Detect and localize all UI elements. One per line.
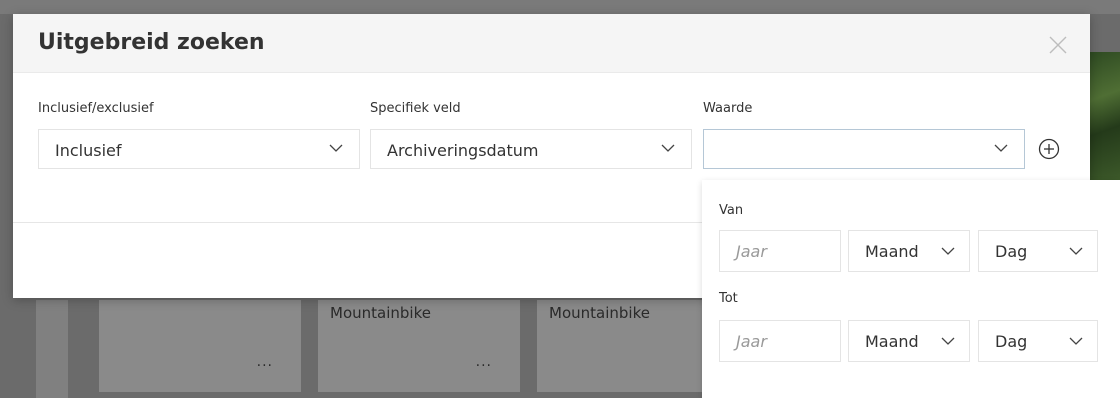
to-day-select[interactable]: Dag bbox=[978, 320, 1098, 362]
plus-circle-icon[interactable] bbox=[1038, 138, 1060, 160]
card-title: Mountainbike bbox=[549, 304, 650, 322]
from-year-input[interactable]: Jaar bbox=[719, 230, 841, 272]
chevron-down-icon bbox=[1069, 337, 1083, 346]
inclusive-exclusive-select[interactable]: Inclusief bbox=[38, 129, 360, 169]
chevron-down-icon bbox=[941, 337, 955, 346]
background-photo bbox=[1088, 52, 1120, 182]
to-month-value: Maand bbox=[865, 332, 919, 351]
value-select[interactable] bbox=[703, 129, 1025, 169]
from-month-select[interactable]: Maand bbox=[848, 230, 970, 272]
specific-field-label: Specifiek veld bbox=[370, 101, 461, 116]
from-year-placeholder: Jaar bbox=[736, 242, 767, 261]
background-rail bbox=[36, 300, 68, 398]
to-month-select[interactable]: Maand bbox=[848, 320, 970, 362]
specific-field-value: Archiveringsdatum bbox=[387, 141, 539, 160]
close-icon[interactable] bbox=[1045, 32, 1071, 58]
background-topbar bbox=[0, 0, 1120, 14]
chevron-down-icon bbox=[1069, 247, 1083, 256]
value-label: Waarde bbox=[703, 101, 753, 116]
specific-field-select[interactable]: Archiveringsdatum bbox=[370, 129, 692, 169]
chevron-down-icon bbox=[994, 144, 1008, 153]
modal-header: Uitgebreid zoeken bbox=[13, 14, 1090, 73]
to-day-value: Dag bbox=[995, 332, 1028, 351]
chevron-down-icon bbox=[661, 144, 675, 153]
to-year-placeholder: Jaar bbox=[736, 332, 767, 351]
from-day-select[interactable]: Dag bbox=[978, 230, 1098, 272]
modal-title: Uitgebreid zoeken bbox=[38, 30, 265, 55]
card-title: Mountainbike bbox=[330, 304, 431, 322]
card-more-button[interactable]: ... bbox=[476, 354, 492, 370]
chevron-down-icon bbox=[329, 144, 343, 153]
inclusive-exclusive-label: Inclusief/exclusief bbox=[38, 101, 154, 116]
to-label: Tot bbox=[719, 291, 738, 306]
inclusive-exclusive-value: Inclusief bbox=[55, 141, 122, 160]
chevron-down-icon bbox=[941, 247, 955, 256]
background-card: Mountainbike ... bbox=[318, 300, 520, 392]
card-more-button[interactable]: ... bbox=[257, 354, 273, 370]
from-day-value: Dag bbox=[995, 242, 1028, 261]
date-range-panel: Van Jaar Maand Dag Tot Jaar Maand Dag bbox=[702, 180, 1120, 398]
background-card: ... bbox=[99, 300, 301, 392]
from-month-value: Maand bbox=[865, 242, 919, 261]
to-year-input[interactable]: Jaar bbox=[719, 320, 841, 362]
from-label: Van bbox=[719, 203, 744, 218]
